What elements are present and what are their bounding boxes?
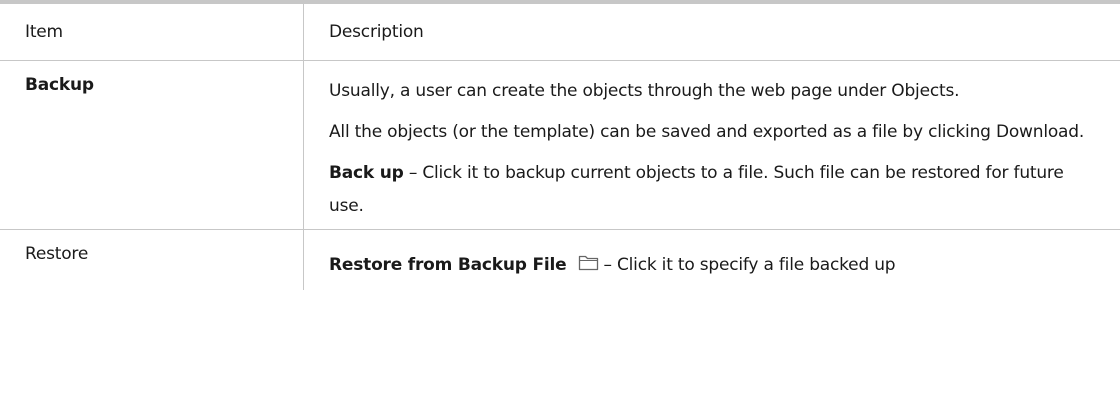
column-header-item: Item xyxy=(0,4,304,60)
table-header-row: Item Description xyxy=(0,4,1120,61)
table-row-restore: Restore Restore from Backup File – Click … xyxy=(0,230,1120,290)
description-cell-backup: Usually, a user can create the objects t… xyxy=(304,61,1120,229)
description-paragraph: All the objects (or the template) can be… xyxy=(329,122,1085,142)
description-paragraph: Back up – Click it to backup current obj… xyxy=(329,157,1100,223)
column-header-description: Description xyxy=(329,22,424,42)
item-cell-restore: Restore xyxy=(0,230,304,290)
item-cell-backup: Backup xyxy=(0,61,304,229)
table-row-backup: Backup Usually, a user can create the ob… xyxy=(0,61,1120,230)
description-cell-restore: Restore from Backup File – Click it to sp… xyxy=(304,230,1120,290)
restore-from-backup-label: Restore from Backup File xyxy=(329,255,567,275)
folder-icon xyxy=(578,250,599,283)
description-paragraph: Usually, a user can create the objects t… xyxy=(329,81,960,101)
back-up-description: – Click it to backup current objects to … xyxy=(329,163,1064,216)
back-up-label: Back up xyxy=(329,163,404,183)
description-table: Item Description Backup Usually, a user … xyxy=(0,0,1120,290)
restore-description: – Click it to specify a file backed up xyxy=(603,255,896,275)
